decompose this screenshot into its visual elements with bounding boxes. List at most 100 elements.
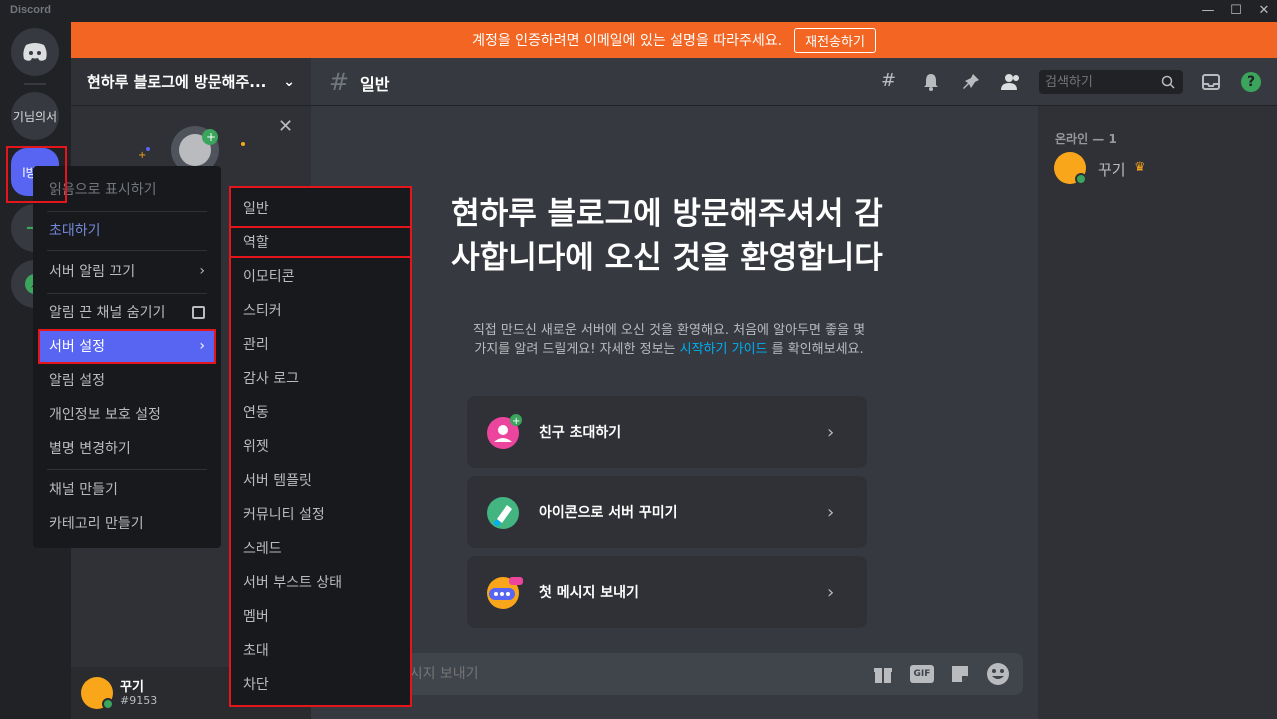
submenu-item[interactable]: 스레드 [233, 532, 409, 564]
chevron-right-icon: › [199, 263, 205, 279]
rail-divider [24, 83, 46, 85]
chevron-right-icon: › [827, 581, 835, 603]
member-name: 꾸기 [1098, 161, 1126, 179]
menu-label: 읽음으로 표시하기 [49, 182, 157, 198]
submenu-item[interactable]: 일반 [233, 192, 409, 224]
header-toolbar: ? [1038, 58, 1277, 106]
emoji-icon[interactable] [986, 662, 1010, 686]
server-header[interactable]: 현하루 블로그에 방문해주... ⌄ [71, 58, 311, 106]
close-icon[interactable]: ✕ [278, 116, 293, 137]
submenu-item[interactable]: 서버 템플릿 [233, 464, 409, 496]
submenu-item[interactable]: 이모티콘 [233, 260, 409, 292]
crown-icon: ♛ [1134, 160, 1146, 175]
submenu-item[interactable]: 위젯 [233, 430, 409, 462]
close-window-button[interactable]: ✕ [1250, 2, 1277, 20]
submenu-item[interactable]: 스티커 [233, 294, 409, 326]
chevron-right-icon: › [199, 338, 205, 354]
chevron-down-icon: ⌄ [283, 73, 295, 90]
banner-message: 계정을 인증하려면 이메일에 있는 설명을 따라주세요. [472, 33, 783, 49]
inbox-icon[interactable] [1201, 72, 1221, 92]
menu-label: 알림 설정 [49, 373, 105, 389]
menu-divider [47, 469, 207, 470]
gif-icon[interactable]: GIF [910, 665, 934, 683]
maximize-button[interactable]: ☐ [1222, 2, 1250, 20]
invite-friends-card[interactable]: + 친구 초대하기 › [467, 396, 867, 468]
member-item[interactable]: 꾸기 ♛ [1046, 150, 1261, 186]
user-tag: #9153 [120, 694, 158, 707]
discord-logo-icon [23, 43, 47, 61]
pin-icon[interactable] [961, 72, 981, 92]
getting-started-link[interactable]: 시작하기 가이드 [680, 342, 768, 357]
online-section-header: 온라인 — 1 [1055, 132, 1117, 146]
menu-item-create-category[interactable]: 카테고리 만들기 [39, 507, 215, 539]
chevron-right-icon: › [827, 421, 835, 443]
menu-item-mark-read[interactable]: 읽음으로 표시하기 [39, 173, 215, 205]
server-settings-submenu: 일반 역할 이모티콘 스티커 관리 감사 로그 연동 위젯 서버 템플릿 커뮤니… [229, 186, 412, 707]
menu-label: 카테고리 만들기 [49, 516, 144, 532]
server-context-menu: 읽음으로 표시하기 초대하기 서버 알림 끄기 › 알림 끈 채널 숨기기 서버 … [33, 166, 221, 548]
bell-icon[interactable] [921, 72, 941, 92]
online-status-icon [1075, 173, 1087, 185]
menu-divider [47, 293, 207, 294]
channel-header: # 일반 # [311, 58, 1038, 106]
member-list-icon[interactable] [1000, 72, 1022, 92]
sticker-icon[interactable] [949, 663, 971, 685]
menu-item-hide-muted[interactable]: 알림 끈 채널 숨기기 [39, 296, 215, 328]
svg-text:+: + [512, 416, 520, 427]
menu-item-mute-server[interactable]: 서버 알림 끄기 › [39, 255, 215, 287]
submenu-item[interactable]: 초대 [233, 634, 409, 666]
server-name: 현하루 블로그에 방문해주... [87, 73, 267, 91]
svg-text:+: + [206, 130, 216, 144]
checkbox[interactable] [192, 305, 205, 319]
message-input[interactable] [342, 653, 862, 695]
guild-icon-1[interactable]: 기님의서 [11, 92, 59, 140]
home-button[interactable] [11, 28, 59, 76]
menu-item-server-settings[interactable]: 서버 설정 › [39, 330, 215, 362]
hash-icon: # [329, 68, 350, 96]
username: 꾸기 [120, 680, 144, 695]
menu-label: 알림 끈 채널 숨기기 [49, 305, 166, 321]
submenu-item[interactable]: 커뮤니티 설정 [233, 498, 409, 530]
customize-server-card[interactable]: 아이콘으로 서버 꾸미기 › [467, 476, 867, 548]
submenu-item[interactable]: 연동 [233, 396, 409, 428]
menu-divider [47, 250, 207, 251]
customize-server-label: 아이콘으로 서버 꾸미기 [539, 505, 678, 521]
menu-divider [47, 211, 207, 212]
welcome-description: 직접 만드신 새로운 서버에 오신 것을 환영해요. 처음에 알아두면 좋을 몇… [470, 321, 868, 359]
title-bar: Discord — ☐ ✕ [0, 0, 1277, 22]
submenu-item[interactable]: 서버 부스트 상태 [233, 566, 409, 598]
first-message-label: 첫 메시지 보내기 [539, 585, 639, 601]
menu-label: 초대하기 [49, 223, 101, 239]
member-list: 온라인 — 1 꾸기 ♛ [1038, 106, 1277, 719]
message-composer: GIF [326, 653, 1023, 695]
menu-item-invite[interactable]: 초대하기 [39, 214, 215, 246]
invite-friends-label: 친구 초대하기 [539, 425, 622, 441]
verify-email-banner: 계정을 인증하려면 이메일에 있는 설명을 따라주세요. 재전송하기 [71, 22, 1277, 58]
gift-icon[interactable] [873, 663, 893, 685]
menu-item-change-nickname[interactable]: 별명 변경하기 [39, 432, 215, 464]
search-input[interactable] [1039, 70, 1157, 94]
menu-item-privacy-settings[interactable]: 개인정보 보호 설정 [39, 398, 215, 430]
help-icon[interactable]: ? [1241, 72, 1261, 92]
chevron-right-icon: › [827, 501, 835, 523]
submenu-item[interactable]: 감사 로그 [233, 362, 409, 394]
submenu-item[interactable]: 멤버 [233, 600, 409, 632]
submenu-item[interactable]: 관리 [233, 328, 409, 360]
menu-label: 채널 만들기 [49, 482, 118, 498]
submenu-item[interactable]: 역할 [233, 226, 409, 258]
resend-button[interactable]: 재전송하기 [794, 27, 876, 53]
svg-text:+: + [138, 150, 146, 161]
first-message-card[interactable]: 첫 메시지 보내기 › [467, 556, 867, 628]
avatar[interactable] [81, 677, 114, 710]
menu-item-notification-settings[interactable]: 알림 설정 [39, 364, 215, 396]
menu-item-create-channel[interactable]: 채널 만들기 [39, 473, 215, 505]
search-box[interactable] [1039, 70, 1183, 94]
menu-label: 서버 알림 끄기 [49, 264, 136, 280]
threads-icon[interactable]: # [881, 70, 896, 91]
server-icon-brush [487, 497, 519, 529]
first-message-icon [487, 577, 523, 609]
submenu-item[interactable]: 차단 [233, 668, 409, 700]
minimize-button[interactable]: — [1194, 2, 1222, 20]
invite-friends-icon: + [487, 414, 522, 449]
online-status-icon [102, 698, 114, 710]
